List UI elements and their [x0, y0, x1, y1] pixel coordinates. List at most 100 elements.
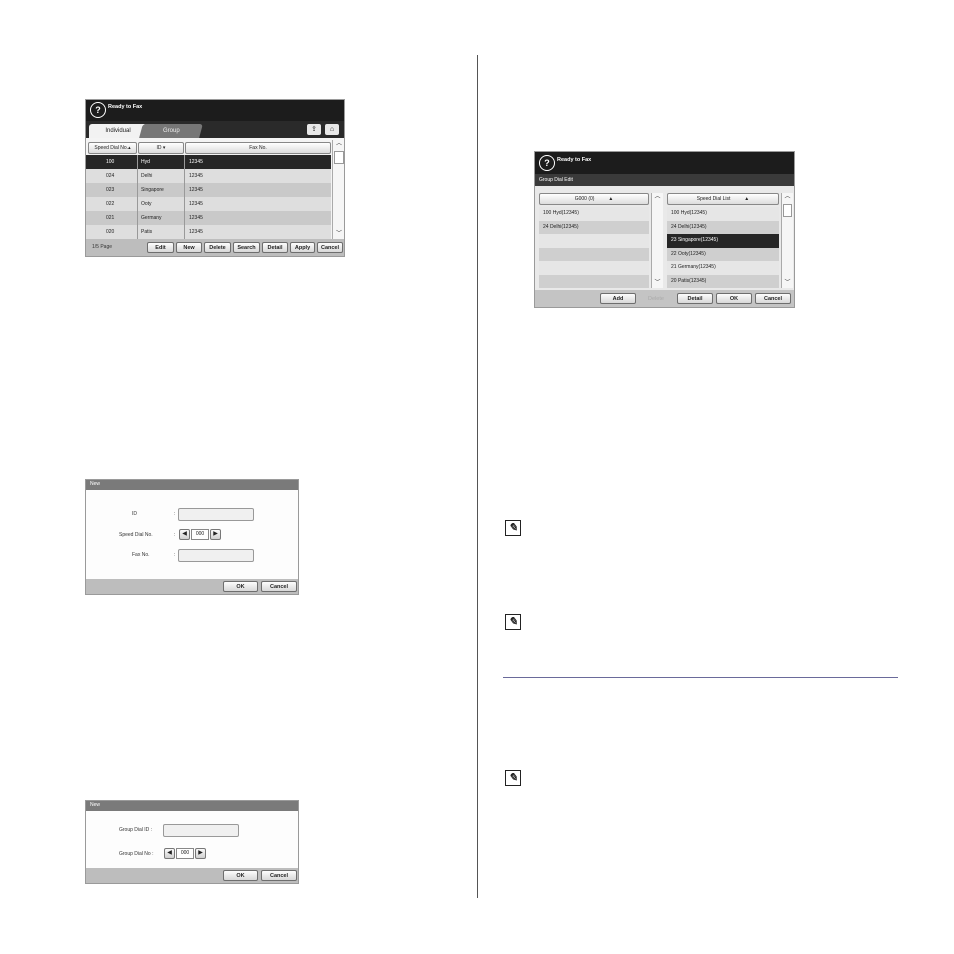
group-header[interactable]: G000 (0) ▲ — [539, 193, 649, 205]
subtitle-bar: Group Dial Edit — [535, 174, 794, 186]
table-row[interactable]: 100 Hyd 12345 — [86, 155, 331, 169]
scroll-down-icon[interactable]: ﹀ — [652, 279, 663, 288]
new-individual-dialog: New ID : Speed Dial No. : ◀ 000 ▶ Fax No… — [85, 479, 299, 595]
list-item[interactable] — [539, 261, 649, 275]
search-button[interactable]: Search — [233, 242, 260, 253]
colon: : — [174, 532, 176, 538]
edit-button[interactable]: Edit — [147, 242, 174, 253]
table-row[interactable]: 020 Patis 12345 — [86, 225, 331, 239]
list-item[interactable]: 100 Hyd(12345) — [667, 207, 779, 221]
note-icon: ✎ — [505, 770, 521, 786]
tab-individual[interactable]: Individual — [89, 124, 147, 138]
list-item[interactable]: 23 Singapore(12345) — [667, 234, 779, 248]
list-item[interactable]: 20 Patis(12345) — [667, 274, 779, 288]
tab-group[interactable]: Group — [139, 124, 203, 138]
id-label: ID — [132, 511, 137, 517]
fax-address-book-panel: ? Ready to Fax Individual Group ⇪ ⌂ Spee… — [85, 99, 345, 257]
scroll-thumb[interactable] — [783, 204, 792, 217]
fax-no-label: Fax No. — [132, 552, 150, 558]
decrement-button[interactable]: ◀ — [164, 848, 175, 859]
new-button[interactable]: New — [176, 242, 202, 253]
dialog-footer: OK Cancel — [86, 579, 298, 594]
table-row[interactable]: 021 Germany 12345 — [86, 211, 331, 225]
ok-button[interactable]: OK — [716, 293, 752, 304]
ok-button[interactable]: OK — [223, 581, 258, 592]
status-title: Ready to Fax — [108, 104, 143, 110]
home-icon[interactable]: ⌂ — [325, 124, 339, 135]
add-button[interactable]: Add — [600, 293, 636, 304]
column-separator — [184, 155, 185, 239]
footer-bar: Add Delete Detail OK Cancel — [535, 290, 794, 307]
group-dial-id-label: Group Dial ID : — [119, 827, 153, 833]
help-icon[interactable]: ? — [90, 102, 106, 118]
id-field[interactable] — [178, 508, 254, 521]
column-speed-dial[interactable]: Speed Dial No.▴ — [88, 142, 137, 154]
table-row[interactable]: 022 Ooty 12345 — [86, 197, 331, 211]
group-dial-no-value: 000 — [176, 848, 194, 859]
fax-no-field[interactable] — [178, 549, 254, 562]
left-scrollbar[interactable]: ︿ ﹀ — [651, 193, 663, 288]
footer-bar: 1/5 Page Edit New Delete Search Detail A… — [86, 239, 344, 256]
delete-button[interactable]: Delete — [204, 242, 231, 253]
increment-button[interactable]: ▶ — [210, 529, 221, 540]
scroll-up-icon[interactable]: ︿ — [782, 193, 793, 202]
cancel-button[interactable]: Cancel — [261, 581, 297, 592]
list-item[interactable] — [539, 234, 649, 248]
scrollbar[interactable]: ︿ ﹀ — [332, 140, 344, 239]
note-icon: ✎ — [505, 614, 521, 630]
colon: : — [174, 552, 176, 558]
dialog-titlebar: New — [86, 480, 298, 490]
list-item[interactable] — [539, 274, 649, 288]
group-dial-id-field[interactable] — [163, 824, 239, 837]
column-divider — [477, 55, 478, 898]
note-icon: ✎ — [505, 520, 521, 536]
delete-button[interactable]: Delete — [638, 293, 674, 304]
table-row[interactable]: 024 Delhi 12345 — [86, 169, 331, 183]
subtitle: Group Dial Edit — [539, 177, 573, 183]
speed-dial-list-header[interactable]: Speed Dial List ▲ — [667, 193, 779, 205]
tab-bar: Individual Group ⇪ ⌂ — [86, 121, 344, 138]
section-divider — [503, 677, 898, 678]
scroll-up-icon[interactable]: ︿ — [652, 193, 663, 202]
table-row[interactable]: 023 Singapore 12345 — [86, 183, 331, 197]
column-fax-no[interactable]: Fax No. — [185, 142, 331, 154]
apply-button[interactable]: Apply — [290, 242, 315, 253]
ok-button[interactable]: OK — [223, 870, 258, 881]
cancel-button[interactable]: Cancel — [261, 870, 297, 881]
scroll-down-icon[interactable]: ﹀ — [333, 230, 344, 239]
list-item[interactable]: 21 Germany(12345) — [667, 261, 779, 275]
page-info: 1/5 Page — [92, 244, 113, 250]
new-group-dialog: New Group Dial ID : Group Dial No : ◀ 00… — [85, 800, 299, 884]
list-item[interactable]: 24 Delhi(12345) — [539, 220, 649, 234]
list-item[interactable]: 100 Hyd(12345) — [539, 207, 649, 221]
scroll-thumb[interactable] — [334, 151, 344, 164]
list-item[interactable]: 22 Ooty(12345) — [667, 247, 779, 261]
dialog-footer: OK Cancel — [86, 868, 298, 883]
dialog-title: New — [90, 802, 101, 808]
dialog-titlebar: New — [86, 801, 298, 811]
export-icon[interactable]: ⇪ — [307, 124, 321, 135]
group-dial-edit-panel: ? Ready to Fax Group Dial Edit G000 (0) … — [534, 151, 795, 308]
cancel-button[interactable]: Cancel — [317, 242, 343, 253]
right-scrollbar[interactable]: ︿ ﹀ — [781, 193, 793, 288]
speed-dial-label: Speed Dial No. — [119, 532, 153, 538]
dialog-title: New — [90, 481, 101, 487]
colon: : — [174, 511, 176, 517]
status-header: ? Ready to Fax — [535, 152, 794, 174]
speed-dial-value: 000 — [191, 529, 209, 540]
status-title: Ready to Fax — [557, 157, 592, 163]
increment-button[interactable]: ▶ — [195, 848, 206, 859]
group-dial-no-label: Group Dial No : — [119, 851, 154, 857]
status-header: ? Ready to Fax — [86, 100, 344, 121]
decrement-button[interactable]: ◀ — [179, 529, 190, 540]
scroll-down-icon[interactable]: ﹀ — [782, 279, 793, 288]
list-item[interactable]: 24 Delhi(12345) — [667, 220, 779, 234]
scroll-up-icon[interactable]: ︿ — [333, 140, 344, 149]
column-separator — [137, 155, 138, 239]
detail-button[interactable]: Detail — [677, 293, 713, 304]
detail-button[interactable]: Detail — [262, 242, 288, 253]
cancel-button[interactable]: Cancel — [755, 293, 791, 304]
list-item[interactable] — [539, 247, 649, 261]
column-id[interactable]: ID ▾ — [138, 142, 184, 154]
help-icon[interactable]: ? — [539, 155, 555, 171]
